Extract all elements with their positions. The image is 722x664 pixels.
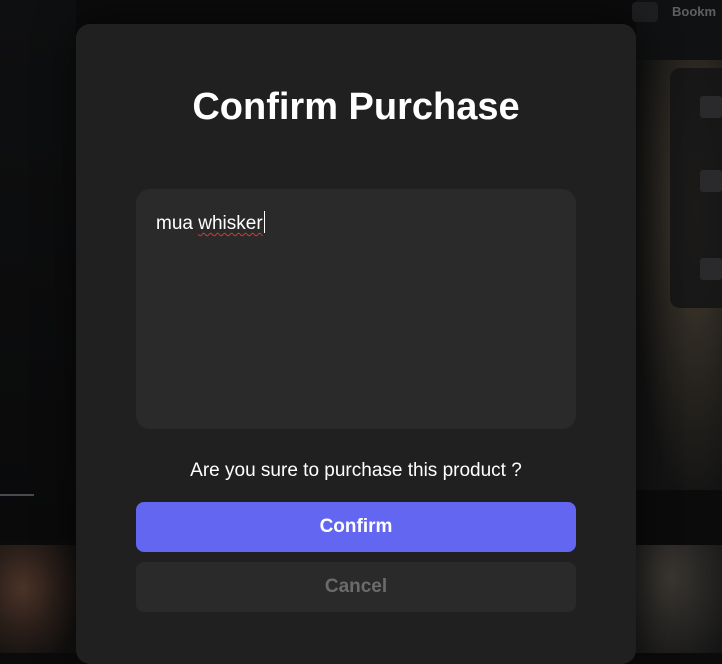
confirm-purchase-dialog: Confirm Purchase mua whisker Are you sur…	[76, 24, 636, 664]
background-header-text: Bookm	[672, 4, 717, 19]
background-header-icon	[632, 2, 658, 22]
background-image-left	[0, 545, 76, 653]
confirm-button[interactable]: Confirm	[136, 502, 576, 552]
background-panel-icon	[700, 170, 722, 192]
text-caret	[263, 211, 265, 233]
message-text: mua whisker	[156, 211, 265, 234]
message-textarea[interactable]: mua whisker	[136, 189, 576, 429]
background-left-area	[0, 0, 76, 540]
confirmation-question: Are you sure to purchase this product ?	[190, 460, 522, 481]
background-divider	[0, 494, 34, 496]
background-image-bottom-right	[636, 545, 722, 653]
cancel-button[interactable]: Cancel	[136, 562, 576, 612]
background-panel-icon	[700, 96, 722, 118]
background-panel-icon	[700, 258, 722, 280]
message-prefix: mua	[156, 213, 199, 234]
misspelled-word: whisker	[198, 213, 263, 234]
dialog-title: Confirm Purchase	[192, 86, 520, 128]
